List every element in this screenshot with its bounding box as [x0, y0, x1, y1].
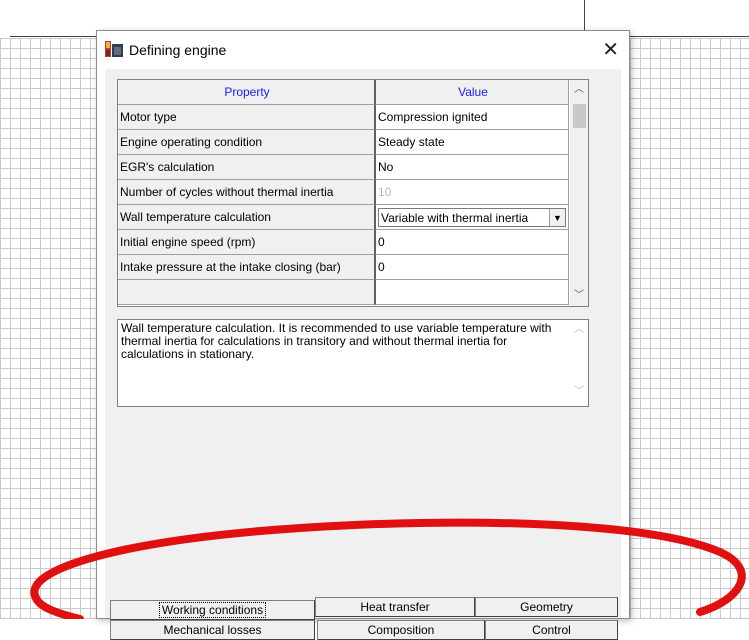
property-label: Engine operating condition	[118, 130, 376, 155]
tab-label: Control	[532, 623, 571, 637]
property-label: Number of cycles without thermal inertia	[118, 180, 376, 205]
property-grid-header: Property Value	[118, 80, 569, 105]
property-column-header[interactable]: Property	[118, 80, 376, 105]
tab-mechanical-losses[interactable]: Mechanical losses	[110, 620, 315, 640]
property-row-intake-pressure[interactable]: Intake pressure at the intake closing (b…	[118, 255, 569, 280]
property-description-text: Wall temperature calculation. It is reco…	[121, 321, 552, 361]
tab-control[interactable]: Control	[485, 620, 618, 640]
property-grid: Property Value Motor type Compression ig…	[117, 79, 589, 307]
scrollbar-thumb[interactable]	[573, 104, 586, 128]
select-value: Variable with thermal inertia	[381, 210, 529, 225]
tab-label: Working conditions	[158, 602, 267, 618]
chevron-down-icon[interactable]: ﹀	[570, 384, 588, 400]
value-column-header[interactable]: Value	[376, 80, 569, 105]
property-row-motor-type[interactable]: Motor type Compression ignited	[118, 105, 569, 130]
property-value-field	[376, 280, 569, 305]
property-value-field[interactable]: Steady state	[376, 130, 569, 155]
tab-label: Mechanical losses	[163, 623, 262, 637]
tab-heat-transfer[interactable]: Heat transfer	[315, 597, 475, 617]
property-label	[118, 280, 376, 305]
property-label: Motor type	[118, 105, 376, 130]
property-row-egr-calculation[interactable]: EGR's calculation No	[118, 155, 569, 180]
tab-label: Heat transfer	[360, 600, 430, 614]
property-label: Intake pressure at the intake closing (b…	[118, 255, 376, 280]
property-label: EGR's calculation	[118, 155, 376, 180]
property-row-wall-temperature[interactable]: Wall temperature calculation Variable wi…	[118, 205, 569, 230]
property-value-field[interactable]: Compression ignited	[376, 105, 569, 130]
tab-composition[interactable]: Composition	[317, 620, 485, 640]
property-row-cycles-without-inertia[interactable]: Number of cycles without thermal inertia…	[118, 180, 569, 205]
property-row-partial	[118, 280, 569, 305]
chevron-up-icon[interactable]: ︿	[570, 322, 588, 338]
wall-temperature-select[interactable]: Variable with thermal inertia ▼	[378, 208, 566, 227]
property-value-field[interactable]: No	[376, 155, 569, 180]
property-value-cell: Variable with thermal inertia ▼	[376, 205, 569, 230]
chevron-down-icon[interactable]: ﹀	[570, 288, 588, 304]
property-row-operating-condition[interactable]: Engine operating condition Steady state	[118, 130, 569, 155]
description-scrollbar[interactable]: ︿ ﹀	[570, 320, 588, 406]
dropdown-arrow-icon[interactable]: ▼	[549, 209, 565, 226]
property-label: Wall temperature calculation	[118, 205, 376, 230]
close-icon[interactable]: ✕	[602, 37, 619, 62]
defining-engine-dialog: Defining engine ✕ Property Value Motor t…	[96, 30, 630, 640]
tab-label: Composition	[367, 623, 435, 637]
property-value-field[interactable]: 0	[376, 230, 569, 255]
dialog-titlebar[interactable]: Defining engine ✕	[97, 31, 629, 69]
property-grid-scrollbar[interactable]: ︿ ﹀	[570, 80, 588, 306]
property-value-field[interactable]: 0	[376, 255, 569, 280]
chevron-up-icon[interactable]: ︿	[570, 82, 588, 98]
property-description-box: Wall temperature calculation. It is reco…	[117, 319, 589, 407]
dialog-title: Defining engine	[129, 42, 227, 58]
tab-working-conditions[interactable]: Working conditions	[110, 600, 315, 620]
property-row-initial-engine-speed[interactable]: Initial engine speed (rpm) 0	[118, 230, 569, 255]
tab-label: Geometry	[520, 600, 573, 614]
property-label: Initial engine speed (rpm)	[118, 230, 376, 255]
engine-app-icon	[105, 41, 123, 57]
property-value-field: 10	[376, 180, 569, 205]
tab-geometry[interactable]: Geometry	[475, 597, 618, 617]
dialog-client-area: Property Value Motor type Compression ig…	[105, 69, 621, 640]
